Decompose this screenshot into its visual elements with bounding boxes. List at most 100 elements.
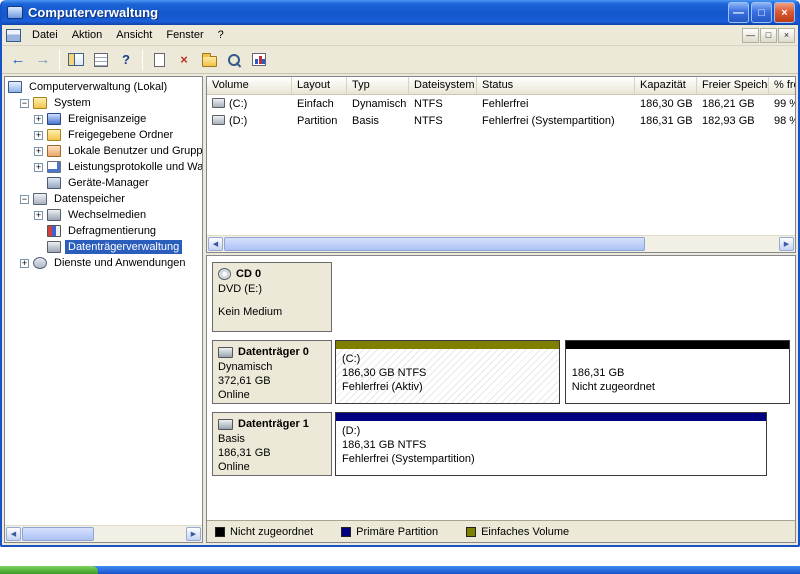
mdi-minimize-button[interactable]: — [742, 27, 759, 43]
tree-item-defragmentierung[interactable]: Defragmentierung [5, 223, 202, 239]
disk-name: Datenträger 0 [238, 346, 309, 358]
help-icon: ? [122, 52, 130, 67]
folder-icon [201, 52, 217, 67]
tree-item-datenspeicher[interactable]: − Datenspeicher [5, 191, 202, 207]
column-header-prozent-frei[interactable]: % fre [769, 77, 795, 94]
taskbar[interactable] [0, 566, 800, 574]
tree-item-label: Leistungsprotokolle und War [68, 161, 202, 173]
tree-item-system[interactable]: − System [5, 95, 202, 111]
expand-icon[interactable]: + [34, 114, 43, 124]
cd-drive-letter: DVD (E:) [218, 283, 262, 295]
zoom-button[interactable] [222, 49, 246, 71]
back-button[interactable]: ← [6, 49, 30, 71]
volume-row-c[interactable]: (C:) Einfach Dynamisch NTFS Fehlerfrei 1… [207, 95, 795, 112]
show-tree-button[interactable] [64, 49, 88, 71]
titlebar[interactable]: Computerverwaltung — □ × [2, 0, 798, 25]
services-icon [33, 257, 47, 269]
column-header-volume[interactable]: Volume [207, 77, 292, 94]
expand-icon[interactable]: + [34, 210, 43, 220]
forward-button[interactable]: → [31, 49, 55, 71]
tree-item-lokale-benutzer[interactable]: + Lokale Benutzer und Gruppe [5, 143, 202, 159]
mdi-close-button[interactable]: × [778, 27, 795, 43]
partition-color-bar [336, 413, 767, 421]
legend-swatch [466, 526, 477, 537]
scroll-right-icon[interactable]: ▶ [186, 527, 201, 541]
disk0-header[interactable]: Datenträger 0 Dynamisch 372,61 GB Online [212, 340, 332, 404]
scroll-left-icon[interactable]: ◀ [208, 237, 223, 251]
volume-list-header: Volume Layout Typ Dateisystem Status Kap… [207, 77, 795, 95]
tree-horizontal-scrollbar[interactable]: ◀ ▶ [5, 525, 202, 542]
menubar: Datei Aktion Ansicht Fenster ? — □ × [2, 25, 798, 46]
column-header-kapazitaet[interactable]: Kapazität [635, 77, 697, 94]
mdi-restore-button[interactable]: □ [760, 27, 777, 43]
volume-name: (C:) [229, 97, 248, 110]
scroll-right-icon[interactable]: ▶ [779, 237, 794, 251]
column-header-status[interactable]: Status [477, 77, 635, 94]
open-folder-button[interactable] [197, 49, 221, 71]
partition-c[interactable]: (C:) 186,30 GB NTFS Fehlerfrei (Aktiv) [335, 340, 560, 404]
tree-item-label: Freigegebene Ordner [68, 129, 174, 141]
volume-row-d[interactable]: (D:) Partition Basis NTFS Fehlerfrei (Sy… [207, 112, 795, 129]
scrollbar-thumb[interactable] [224, 237, 646, 251]
scroll-left-icon[interactable]: ◀ [6, 527, 21, 541]
delete-icon: × [180, 52, 188, 67]
column-header-dateisystem[interactable]: Dateisystem [409, 77, 477, 94]
delete-button[interactable]: × [172, 49, 196, 71]
start-button[interactable] [0, 566, 98, 574]
tree-item-datentraegerverwaltung[interactable]: Datenträgerverwaltung [5, 239, 202, 255]
collapse-icon[interactable]: − [20, 98, 29, 108]
document-button[interactable] [147, 49, 171, 71]
partition-size: 186,31 GB NTFS [342, 439, 427, 451]
collapse-icon[interactable]: − [20, 194, 29, 204]
column-header-freier-speicher[interactable]: Freier Speicher [697, 77, 769, 94]
tree-item-wechselmedien[interactable]: + Wechselmedien [5, 207, 202, 223]
disk1-header[interactable]: Datenträger 1 Basis 186,31 GB Online [212, 412, 332, 476]
scrollbar-track[interactable] [224, 237, 778, 251]
volume-cell: 182,93 GB [702, 114, 755, 127]
minimize-button[interactable]: — [728, 2, 749, 23]
scrollbar-track[interactable] [22, 527, 185, 541]
cd-name: CD 0 [236, 268, 262, 280]
menu-ansicht[interactable]: Ansicht [109, 26, 159, 44]
volume-list-body: Volume Layout Typ Dateisystem Status Kap… [207, 77, 795, 235]
partition-color-bar [336, 341, 559, 349]
volume-cell: 186,21 GB [702, 97, 755, 110]
disk-management-icon [47, 241, 61, 253]
tree-item-ereignisanzeige[interactable]: + Ereignisanzeige [5, 111, 202, 127]
legend-swatch [341, 526, 352, 537]
volume-list: Volume Layout Typ Dateisystem Status Kap… [206, 76, 796, 253]
tree-item-geraete-manager[interactable]: Geräte-Manager [5, 175, 202, 191]
menu-hilfe[interactable]: ? [211, 26, 231, 44]
cd-drive-header[interactable]: CD 0 DVD (E:) Kein Medium [212, 262, 332, 332]
tree-item-computerverwaltung[interactable]: Computerverwaltung (Lokal) [5, 79, 202, 95]
maximize-button[interactable]: □ [751, 2, 772, 23]
column-header-typ[interactable]: Typ [347, 77, 409, 94]
column-header-layout[interactable]: Layout [292, 77, 347, 94]
tree-item-leistungsprotokolle[interactable]: + Leistungsprotokolle und War [5, 159, 202, 175]
close-button[interactable]: × [774, 2, 795, 23]
tree-item-dienste-anwendungen[interactable]: + Dienste und Anwendungen [5, 255, 202, 271]
details-pane: Volume Layout Typ Dateisystem Status Kap… [206, 76, 796, 543]
tree-item-label: Lokale Benutzer und Gruppe [68, 145, 202, 157]
scrollbar-thumb[interactable] [22, 527, 94, 541]
partition-d[interactable]: (D:) 186,31 GB NTFS Fehlerfrei (Systempa… [335, 412, 768, 476]
expand-icon[interactable]: + [34, 162, 43, 172]
chart-view-button[interactable] [247, 49, 271, 71]
menu-aktion[interactable]: Aktion [65, 26, 110, 44]
shared-folders-icon [47, 129, 61, 141]
expand-icon[interactable]: + [34, 146, 43, 156]
menu-datei[interactable]: Datei [25, 26, 65, 44]
help-button[interactable]: ? [114, 49, 138, 71]
tree-item-label: Wechselmedien [68, 209, 147, 221]
unallocated-space[interactable]: 186,31 GB Nicht zugeordnet [564, 340, 790, 404]
window-title: Computerverwaltung [28, 5, 159, 20]
properties-button[interactable] [89, 49, 113, 71]
menu-fenster[interactable]: Fenster [159, 26, 210, 44]
expand-icon[interactable]: + [34, 130, 43, 140]
defrag-icon [47, 225, 61, 237]
tree-item-label: Dienste und Anwendungen [54, 257, 186, 269]
volume-list-horizontal-scrollbar[interactable]: ◀ ▶ [207, 235, 795, 252]
tree-item-freigegebene-ordner[interactable]: + Freigegebene Ordner [5, 127, 202, 143]
expand-icon[interactable]: + [20, 258, 29, 268]
volume-cell: Fehlerfrei [482, 97, 529, 110]
